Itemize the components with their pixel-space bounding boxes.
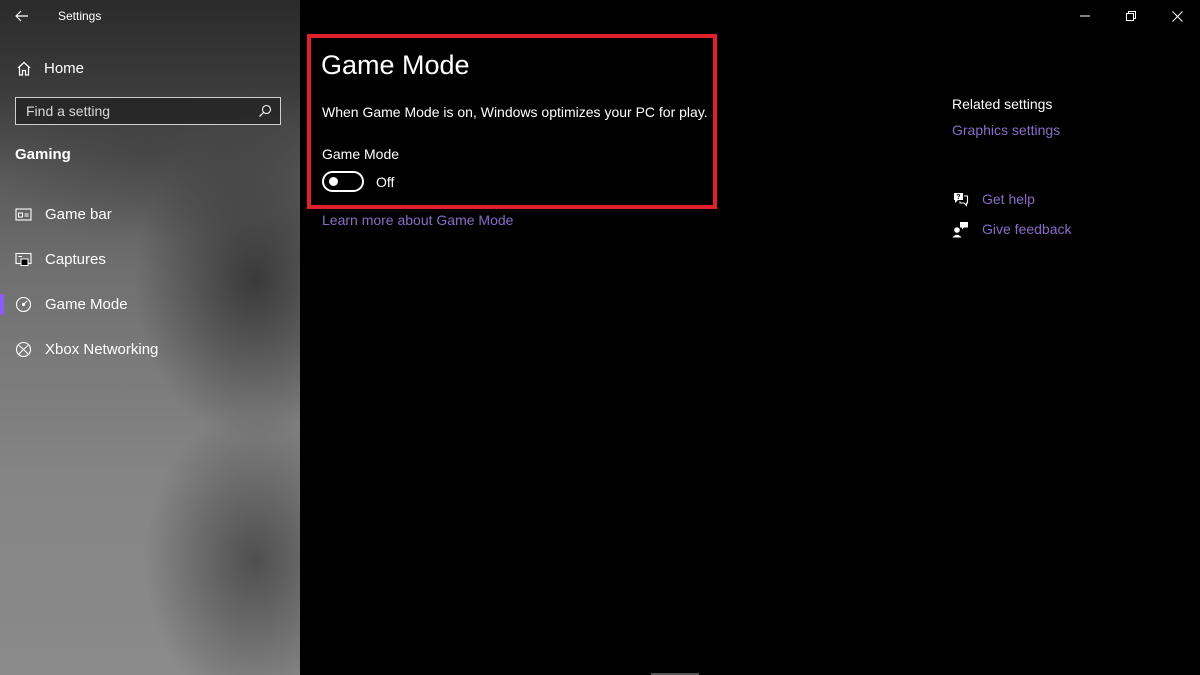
sidebar-nav: Game bar Captures Game Mode Xbox Network… [0, 192, 300, 372]
xbox-icon [15, 341, 32, 358]
help-section: ? Get help Give feedback [952, 184, 1072, 244]
restore-icon [1126, 11, 1136, 21]
toggle-knob [329, 177, 338, 186]
get-help-link[interactable]: ? Get help [952, 184, 1072, 214]
sidebar-item-game-mode[interactable]: Game Mode [0, 282, 300, 327]
search-input[interactable] [26, 103, 258, 119]
section-title: Gaming [15, 146, 71, 163]
game-mode-icon [15, 296, 32, 313]
search-icon[interactable] [258, 104, 272, 118]
close-button[interactable] [1154, 0, 1200, 32]
restore-button[interactable] [1108, 0, 1154, 32]
game-mode-toggle[interactable] [322, 171, 364, 192]
game-bar-icon [15, 206, 32, 223]
captures-icon [15, 251, 32, 268]
toggle-state-label: Off [376, 173, 395, 190]
learn-more-link[interactable]: Learn more about Game Mode [322, 212, 513, 228]
sidebar-item-label: Xbox Networking [45, 341, 159, 358]
home-label: Home [44, 59, 85, 77]
minimize-icon [1080, 15, 1090, 17]
related-settings-heading: Related settings [952, 96, 1053, 112]
sidebar-item-home[interactable]: Home [16, 55, 84, 81]
back-button[interactable] [0, 0, 44, 32]
sidebar-item-game-bar[interactable]: Game bar [0, 192, 300, 237]
settings-window: Settings Home Gaming [0, 0, 1200, 675]
give-feedback-label: Give feedback [982, 221, 1072, 237]
sidebar-item-label: Game Mode [45, 296, 128, 313]
give-feedback-link[interactable]: Give feedback [952, 214, 1072, 244]
search-box[interactable] [15, 97, 281, 125]
sidebar-item-label: Captures [45, 251, 106, 268]
page-description: When Game Mode is on, Windows optimizes … [322, 104, 708, 120]
get-help-icon: ? [952, 191, 969, 208]
graphics-settings-link[interactable]: Graphics settings [952, 122, 1060, 138]
sidebar-item-xbox-networking[interactable]: Xbox Networking [0, 327, 300, 372]
feedback-icon [952, 221, 969, 238]
sidebar-item-label: Game bar [45, 206, 112, 223]
sidebar: Settings Home Gaming [0, 0, 300, 675]
game-mode-toggle-label: Game Mode [322, 146, 400, 162]
window-controls [1062, 0, 1200, 32]
close-icon [1171, 10, 1183, 22]
sidebar-item-captures[interactable]: Captures [0, 237, 300, 282]
back-arrow-icon [15, 10, 28, 22]
related-settings: Related settings Graphics settings [952, 96, 1060, 138]
minimize-button[interactable] [1062, 0, 1108, 32]
home-icon [17, 61, 31, 76]
title-bar: Settings [0, 0, 300, 32]
svg-text:?: ? [956, 194, 960, 201]
toggle-row: Off [322, 171, 394, 192]
app-title: Settings [58, 9, 102, 23]
page-title: Game Mode [321, 50, 470, 80]
get-help-label: Get help [982, 191, 1035, 207]
